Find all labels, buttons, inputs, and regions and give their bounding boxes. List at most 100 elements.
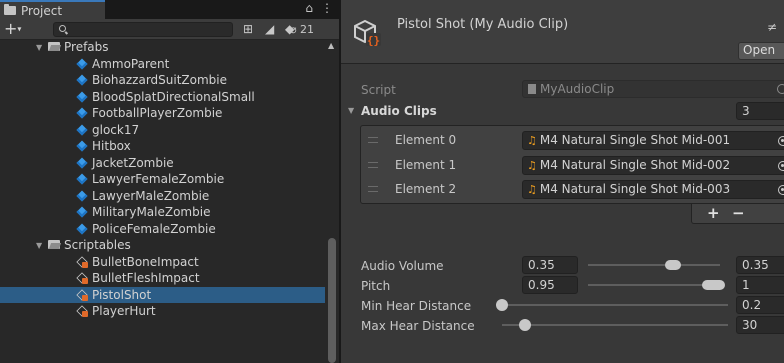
scrollbar-thumb[interactable]	[328, 238, 336, 363]
tree-item-label: PlayerHurt	[92, 304, 156, 318]
audio-clips-foldout[interactable]: ▼ Audio Clips	[341, 103, 784, 121]
create-button[interactable]: +▾	[4, 20, 21, 39]
prefab-icon	[76, 58, 88, 70]
tree-item-label: Hitbox	[92, 139, 131, 153]
audio-clip-field[interactable]: ♫ M4 Natural Single Shot Mid-001	[522, 131, 784, 150]
asset-row[interactable]: FootballPlayerZombie	[0, 105, 325, 121]
search-by-type-icon[interactable]: ⊞	[243, 22, 253, 36]
music-note-icon: ♫	[527, 134, 537, 147]
project-tabbar: Project ⌂ ⋮	[0, 0, 339, 19]
tab-project[interactable]: Project	[0, 0, 105, 19]
asset-title: Pistol Shot (My Audio Clip)	[397, 17, 569, 32]
asset-row[interactable]: MilitaryMaleZombie	[0, 204, 325, 220]
more-options-icon[interactable]: ⋮	[321, 1, 333, 15]
audio-clip-name: M4 Natural Single Shot Mid-003	[539, 182, 731, 196]
search-input[interactable]	[53, 22, 233, 37]
prefab-icon	[76, 74, 88, 86]
asset-row[interactable]: BloodSplatDirectionalSmall	[0, 89, 325, 105]
scroll-up-icon[interactable]: ▲	[328, 41, 334, 50]
settings-icon[interactable]: ≠	[767, 20, 777, 34]
min-hear-distance-thumb[interactable]	[496, 299, 508, 311]
max-hear-distance-label: Max Hear Distance	[361, 319, 475, 333]
object-picker-icon[interactable]	[778, 185, 784, 195]
tree-item-label: BloodSplatDirectionalSmall	[92, 89, 255, 104]
audio-volume-max-field[interactable]: 0.35	[736, 256, 784, 274]
drag-handle-icon[interactable]	[368, 186, 378, 192]
tree-item-label: BiohazzardSuitZombie	[92, 73, 228, 87]
audio-clip-element-row: Element 2 ♫ M4 Natural Single Shot Mid-003	[361, 178, 784, 202]
asset-row[interactable]: LawyerFemaleZombie	[0, 171, 325, 187]
hidden-packages-icon[interactable]: ⌀	[290, 23, 297, 37]
element-label: Element 2	[395, 182, 457, 196]
asset-row[interactable]: BulletFleshImpact	[0, 270, 325, 286]
caret-down-icon[interactable]: ▼	[348, 106, 354, 115]
list-footer: + −	[691, 204, 784, 224]
object-picker-icon	[777, 84, 784, 94]
scriptable-object-icon	[76, 305, 88, 317]
pitch-range-thumb[interactable]	[701, 280, 725, 290]
asset-row[interactable]: AmmoParent	[0, 56, 325, 72]
audio-volume-min-field[interactable]: 0.35	[522, 256, 578, 274]
asset-row[interactable]: PistolShot	[0, 286, 325, 303]
prefab-icon	[76, 124, 88, 136]
folder-row[interactable]: ▼ Prefabs	[0, 41, 325, 55]
tree-item-label: BulletBoneImpact	[92, 254, 199, 269]
audio-clip-element-row: Element 0 ♫ M4 Natural Single Shot Mid-001	[361, 129, 784, 153]
folder-open-icon	[48, 240, 60, 250]
pitch-track[interactable]	[588, 284, 720, 286]
lock-icon[interactable]: ⌂	[305, 1, 313, 15]
audio-volume-track[interactable]	[588, 264, 720, 266]
folder-row[interactable]: ▼ Scriptables	[0, 237, 325, 253]
audio-clips-list: Element 0 ♫ M4 Natural Single Shot Mid-001…	[360, 125, 784, 204]
asset-row[interactable]: glock17	[0, 122, 325, 138]
script-file-icon	[528, 84, 536, 94]
prefab-icon	[76, 157, 88, 169]
remove-element-button[interactable]: −	[732, 204, 745, 222]
max-hear-distance-thumb[interactable]	[518, 319, 531, 331]
asset-row[interactable]: PlayerHurt	[0, 303, 325, 319]
audio-volume-label: Audio Volume	[361, 259, 444, 273]
open-button[interactable]: Open	[738, 42, 784, 60]
asset-row[interactable]: PoliceFemaleZombie	[0, 221, 325, 237]
pitch-max-field[interactable]: 1	[736, 276, 784, 294]
audio-clip-field[interactable]: ♫ M4 Natural Single Shot Mid-003	[522, 180, 784, 199]
add-element-button[interactable]: +	[707, 204, 720, 222]
prefab-icon	[76, 107, 88, 119]
script-label: Script	[361, 83, 396, 97]
search-by-label-icon[interactable]: ◢	[265, 22, 274, 36]
scriptable-object-icon	[76, 272, 88, 284]
tree-item-label: JacketZombie	[92, 155, 174, 170]
tree-scrollbar[interactable]: ▲	[325, 41, 339, 363]
object-picker-icon[interactable]	[778, 160, 784, 171]
audio-clip-name: M4 Natural Single Shot Mid-001	[539, 133, 731, 147]
caret-down-icon[interactable]: ▼	[36, 241, 44, 250]
asset-row[interactable]: BiohazzardSuitZombie	[0, 72, 325, 88]
scriptable-object-icon	[76, 289, 88, 301]
drag-handle-icon[interactable]	[368, 137, 378, 143]
audio-clip-name: M4 Natural Single Shot Mid-002	[539, 157, 731, 172]
object-picker-icon[interactable]	[778, 136, 784, 146]
max-hear-distance-field[interactable]: 30	[736, 316, 784, 334]
min-hear-distance-track[interactable]	[502, 304, 728, 306]
prefab-icon	[76, 206, 88, 218]
svg-text:{}: {}	[367, 34, 380, 47]
asset-row[interactable]: JacketZombie	[0, 155, 325, 171]
audio-volume-range-thumb[interactable]	[664, 260, 682, 270]
caret-down-icon[interactable]: ▼	[36, 43, 44, 52]
asset-row[interactable]: Hitbox	[0, 138, 325, 154]
script-field: MyAudioClip	[522, 80, 784, 98]
tab-project-label: Project	[21, 3, 63, 18]
drag-handle-icon[interactable]	[368, 161, 378, 168]
tree-item-label: MilitaryMaleZombie	[92, 205, 211, 219]
min-hear-distance-field[interactable]: 0.2	[736, 296, 784, 314]
array-size-field[interactable]: 3	[736, 102, 784, 120]
asset-row[interactable]: LawyerMaleZombie	[0, 188, 325, 204]
prefab-icon	[76, 91, 88, 103]
folder-open-icon	[48, 42, 60, 52]
prefab-icon	[76, 173, 88, 185]
pitch-min-field[interactable]: 0.95	[522, 276, 578, 294]
script-value: MyAudioClip	[540, 82, 615, 96]
audio-clip-field[interactable]: ♫ M4 Natural Single Shot Mid-002	[522, 155, 784, 175]
asset-row[interactable]: BulletBoneImpact	[0, 254, 325, 270]
max-hear-distance-track[interactable]	[502, 324, 728, 326]
